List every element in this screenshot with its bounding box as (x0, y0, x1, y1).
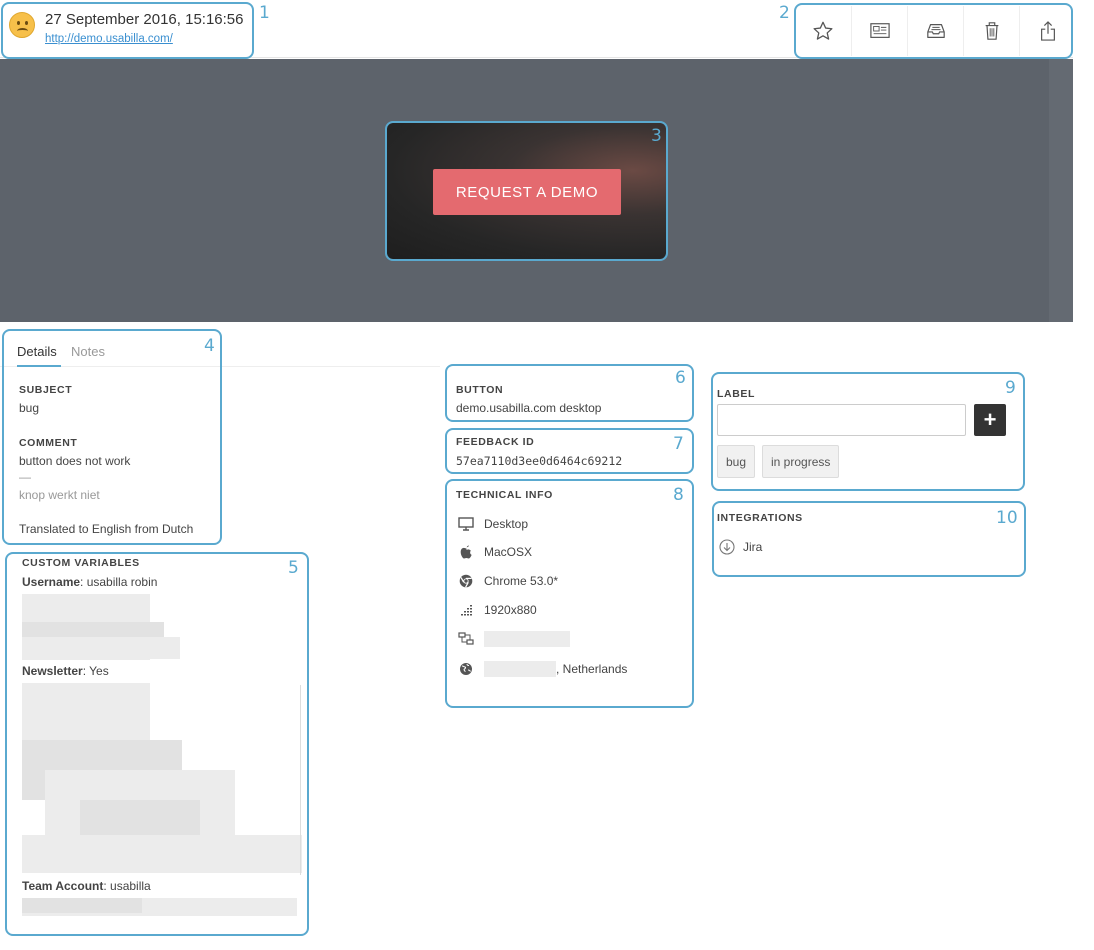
callout-number: 6 (675, 368, 686, 388)
callout-number: 8 (673, 485, 684, 505)
callout-box-2 (794, 3, 1073, 59)
callout-box-9 (711, 372, 1025, 491)
screenshot-edge (1049, 59, 1073, 322)
callout-box-4 (2, 329, 222, 545)
callout-number: 4 (204, 336, 215, 356)
callout-box-8 (445, 479, 694, 708)
callout-number: 3 (651, 126, 662, 146)
callout-box-3 (385, 121, 668, 261)
callout-box-6 (445, 364, 694, 422)
callout-number: 2 (779, 3, 790, 23)
callout-box-7 (445, 428, 694, 474)
callout-box-1 (1, 2, 254, 59)
callout-number: 5 (288, 558, 299, 578)
callout-box-5 (5, 552, 309, 936)
callout-number: 1 (259, 3, 270, 23)
callout-number: 9 (1005, 378, 1016, 398)
callout-number: 10 (996, 508, 1018, 528)
callout-number: 7 (673, 434, 684, 454)
callout-box-10 (712, 501, 1026, 577)
